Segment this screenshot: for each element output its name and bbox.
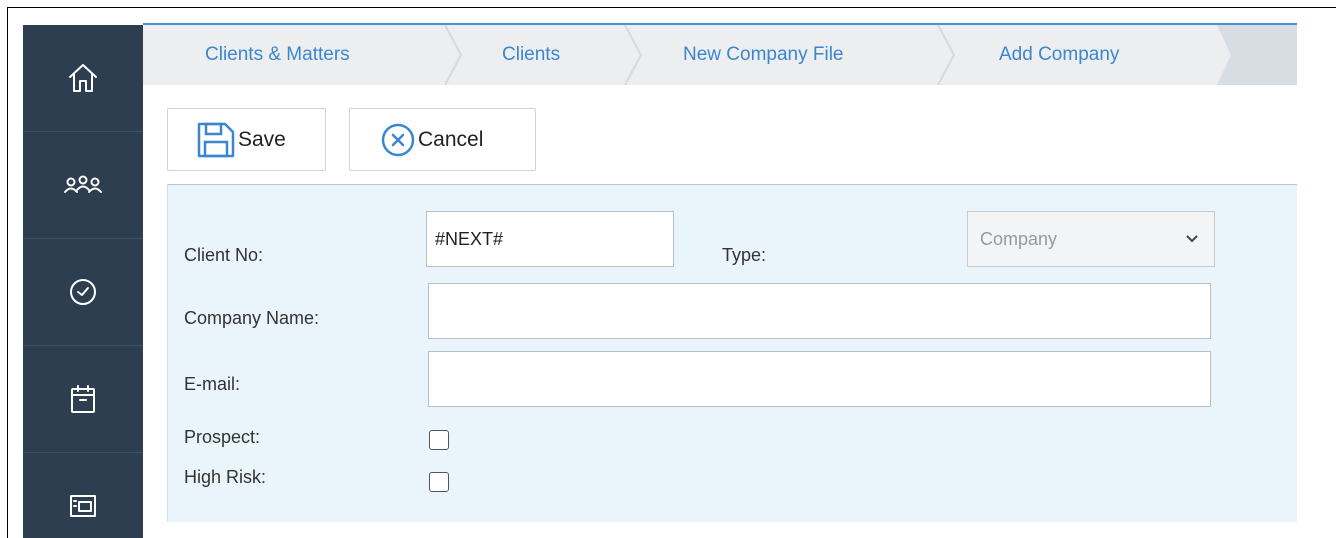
save-button-label: Save [238,127,286,151]
sidebar-item-documents[interactable] [23,453,143,538]
people-icon [64,175,102,193]
type-label: Type: [722,245,767,265]
add-company-form: Client No: Type: Company Company Name: E… [167,184,1297,522]
type-select-value: Company [980,228,1058,249]
breadcrumb-item-clients[interactable]: Clients [502,25,560,85]
close-circle-icon [381,123,415,156]
breadcrumb-item-clients-matters[interactable]: Clients & Matters [205,25,350,85]
save-button[interactable]: Save [167,108,326,171]
type-select[interactable]: Company [967,211,1215,267]
breadcrumb-item-add-company[interactable]: Add Company [999,25,1119,85]
breadcrumb-item-new-company-file[interactable]: New Company File [683,25,844,85]
floppy-disk-icon [197,122,235,157]
high-risk-label: High Risk: [184,467,267,487]
calendar-icon [71,385,95,413]
client-no-label: Client No: [184,245,264,265]
cancel-button-label: Cancel [418,127,484,151]
prospect-label: Prospect: [184,427,261,447]
breadcrumb: Clients & Matters Clients New Company Fi… [143,25,1297,85]
cancel-button[interactable]: Cancel [349,108,536,171]
clock-icon [70,279,96,305]
prospect-checkbox[interactable] [429,430,449,450]
breadcrumb-separator [624,25,643,85]
client-no-input[interactable] [426,211,674,267]
email-input[interactable] [428,351,1211,407]
breadcrumb-end-arrow [1217,25,1297,85]
sidebar [23,25,143,538]
document-icon [70,495,96,517]
high-risk-checkbox[interactable] [429,472,449,492]
sidebar-item-clients[interactable] [23,132,143,239]
company-name-input[interactable] [428,283,1211,339]
email-label: E-mail: [184,374,241,394]
chevron-down-icon [1186,235,1198,243]
breadcrumb-separator [937,25,956,85]
sidebar-item-calendar[interactable] [23,346,143,453]
sidebar-item-home[interactable] [23,25,143,132]
sidebar-item-time[interactable] [23,239,143,346]
breadcrumb-separator [444,25,463,85]
company-name-label: Company Name: [184,308,320,328]
home-icon [69,64,97,92]
